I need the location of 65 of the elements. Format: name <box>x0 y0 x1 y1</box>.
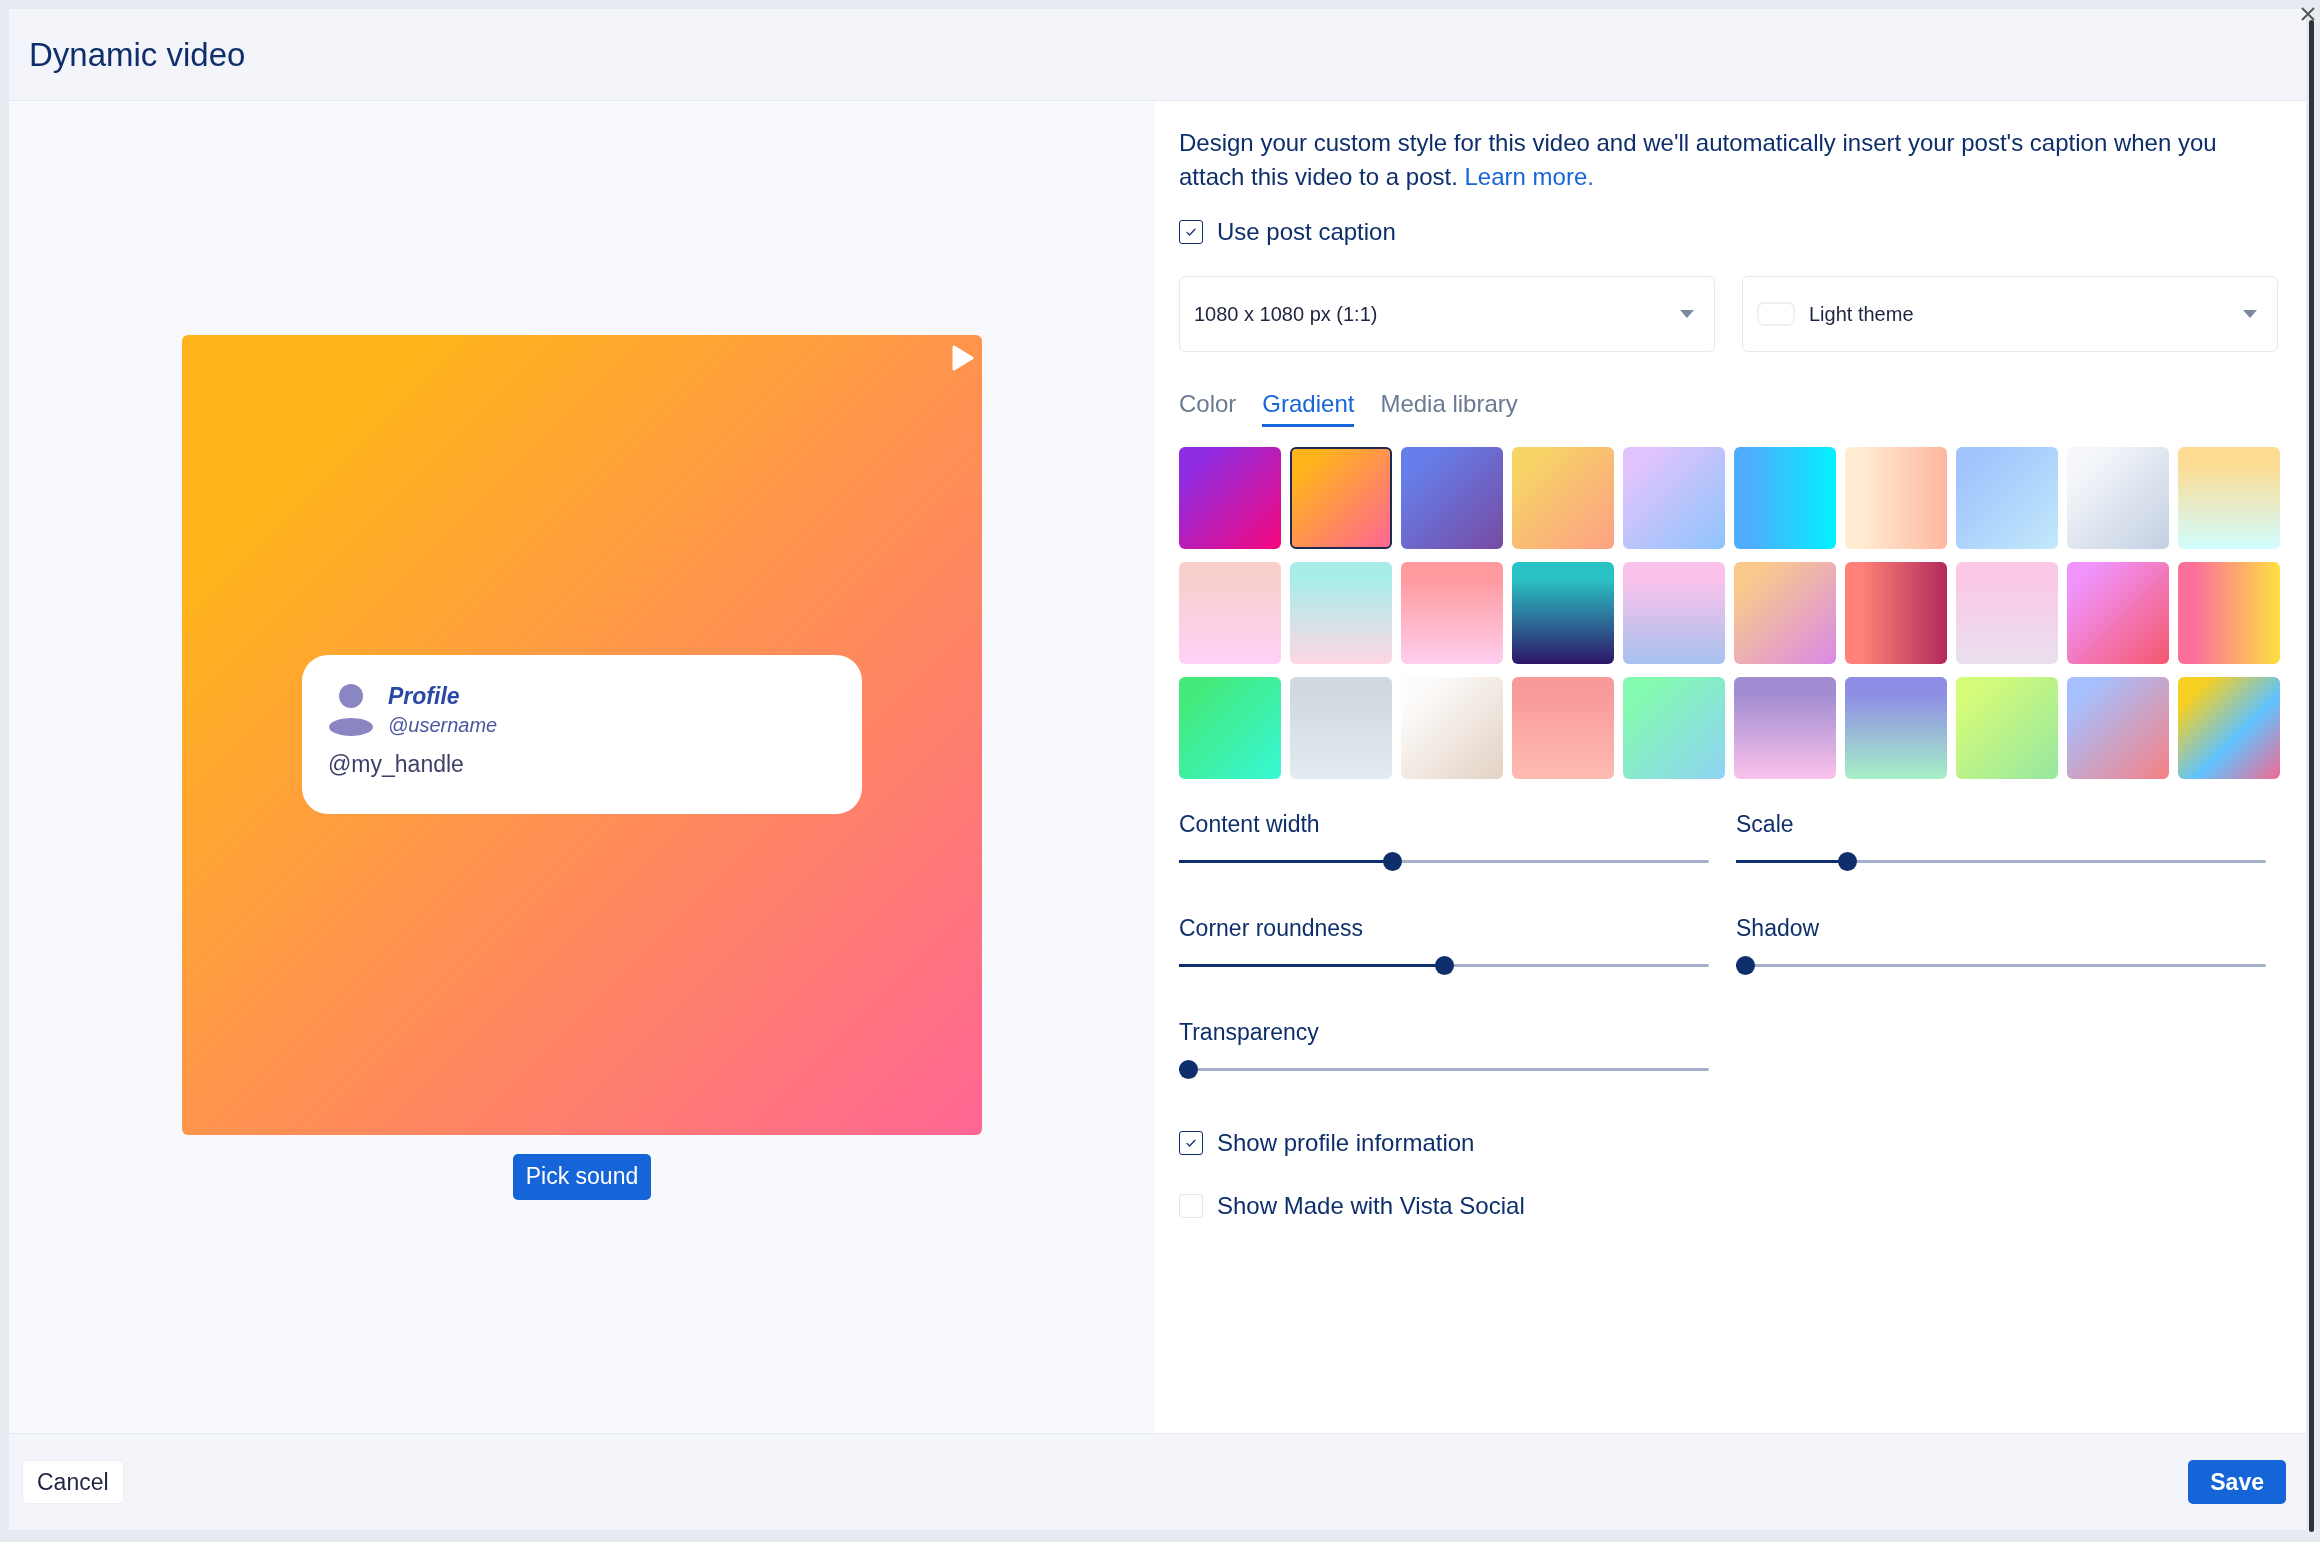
checkbox-label: Show profile information <box>1217 1129 1475 1157</box>
slider-label: Content width <box>1179 811 1321 838</box>
caret-icon <box>2243 310 2257 318</box>
slider[interactable] <box>1179 1060 1709 1079</box>
gradient-swatch[interactable] <box>1179 447 1281 549</box>
gradient-swatch[interactable] <box>1956 677 2058 779</box>
size-dropdown[interactable]: 1080 x 1080 px (1:1) <box>1179 276 1715 352</box>
gradient-swatch[interactable] <box>1623 562 1725 664</box>
play-icon[interactable] <box>950 344 974 371</box>
gradient-swatch[interactable] <box>2178 562 2280 664</box>
gradient-swatch[interactable] <box>2178 677 2280 779</box>
gradient-swatch[interactable] <box>1401 677 1503 779</box>
learn-more-link[interactable]: Learn more. <box>1464 163 1594 190</box>
gradient-swatch[interactable] <box>2067 562 2169 664</box>
gradient-swatch[interactable] <box>1512 447 1614 549</box>
gradient-swatch[interactable] <box>1623 677 1725 779</box>
slider[interactable] <box>1736 956 2266 975</box>
gradient-swatch[interactable] <box>1290 677 1392 779</box>
username: @username <box>388 714 498 737</box>
theme-dropdown[interactable]: Light theme <box>1742 276 2278 352</box>
cancel-button[interactable]: Cancel <box>22 1460 124 1504</box>
gradient-swatch[interactable] <box>1956 562 2058 664</box>
checkbox[interactable] <box>1179 1131 1203 1155</box>
dialog-title: Dynamic video <box>29 35 246 74</box>
gradient-swatch[interactable] <box>1845 677 1947 779</box>
avatar-icon <box>328 683 374 737</box>
save-button[interactable]: Save <box>2188 1460 2286 1504</box>
tab[interactable]: Color <box>1179 390 1237 427</box>
scrollbar[interactable] <box>2309 20 2314 1532</box>
close-icon[interactable] <box>2300 6 2316 22</box>
tab[interactable]: Media library <box>1380 390 1518 427</box>
gradient-swatch[interactable] <box>1401 562 1503 664</box>
description-text: Design your custom style for this video and we'll automatically insert your post's caption when you attach this video to a post. Learn more. <box>1179 128 2218 192</box>
gradient-swatch[interactable] <box>1290 562 1392 664</box>
gradient-swatch[interactable] <box>1179 562 1281 664</box>
gradient-swatch[interactable] <box>2178 447 2280 549</box>
gradient-swatch[interactable] <box>2067 677 2169 779</box>
checkbox-label: Use post caption <box>1217 218 1396 246</box>
gradient-swatch[interactable] <box>1512 562 1614 664</box>
slider-label: Transparency <box>1179 1019 1320 1046</box>
gradient-swatch[interactable] <box>1734 447 1836 549</box>
slider-label: Shadow <box>1736 915 1821 942</box>
slider[interactable] <box>1179 852 1709 871</box>
slider-label: Scale <box>1736 811 1795 838</box>
gradient-swatch[interactable] <box>1734 677 1836 779</box>
gradient-swatch[interactable] <box>1290 447 1392 549</box>
slider-label: Corner roundness <box>1179 915 1365 942</box>
gradient-swatch[interactable] <box>1956 447 2058 549</box>
pick-sound-button[interactable]: Pick sound <box>512 1153 652 1200</box>
gradient-swatch[interactable] <box>1845 562 1947 664</box>
checkbox[interactable] <box>1179 220 1203 244</box>
gradient-swatch[interactable] <box>1845 447 1947 549</box>
tab[interactable]: Gradient <box>1262 390 1355 427</box>
profile-name: Profile <box>388 683 461 710</box>
gradient-swatch[interactable] <box>1401 447 1503 549</box>
caption-text: @my_handle <box>328 751 465 778</box>
gradient-swatch[interactable] <box>1623 447 1725 549</box>
gradient-swatch[interactable] <box>1512 677 1614 779</box>
gradient-swatch[interactable] <box>1179 677 1281 779</box>
slider[interactable] <box>1179 956 1709 975</box>
caret-icon <box>1680 310 1694 318</box>
gradient-swatch[interactable] <box>2067 447 2169 549</box>
slider[interactable] <box>1736 852 2266 871</box>
gradient-swatch[interactable] <box>1734 562 1836 664</box>
checkbox-label: Show Made with Vista Social <box>1217 1192 1525 1220</box>
